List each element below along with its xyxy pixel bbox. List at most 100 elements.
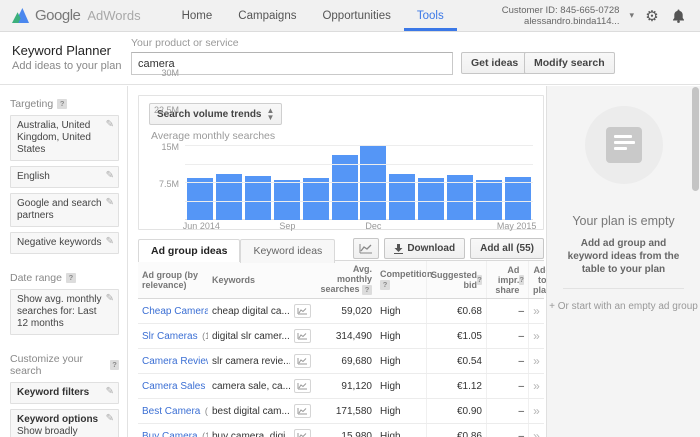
plan-divider <box>563 288 684 289</box>
chart-title: Average monthly searches <box>151 130 276 142</box>
ad-group-link[interactable]: Buy Camera <box>142 431 198 437</box>
ad-impr-share-cell: – <box>486 349 528 373</box>
column-header-avg-monthly-searches: Avg. monthly searches ? <box>314 261 376 298</box>
bar-jun-2014[interactable] <box>187 177 213 220</box>
scrollbar-thumb[interactable] <box>692 87 699 191</box>
trend-chart-icon[interactable] <box>294 354 311 368</box>
help-icon[interactable]: ? <box>477 274 482 285</box>
top-right-controls: Customer ID: 845-665-0728 alessandro.bin… <box>502 0 700 31</box>
targeting-setting-2[interactable]: Google and search partners ✎ <box>10 193 119 227</box>
trend-chart-icon[interactable] <box>294 329 311 343</box>
targeting-setting-label: Australia, United Kingdom, United States <box>17 120 91 155</box>
bar-chart-plot: 7.5M 15M 22.5M 30M <box>154 68 533 220</box>
trend-chart-icon[interactable] <box>294 404 311 418</box>
add-to-plan-button[interactable]: » <box>533 404 540 418</box>
edit-pencil-icon[interactable]: ✎ <box>106 170 114 182</box>
targeting-setting-1[interactable]: English ✎ <box>10 166 119 188</box>
gridline-30M: 30M <box>161 68 533 147</box>
x-tick-label: Jun 2014 <box>182 221 220 231</box>
results-actions: Download Add all (55) <box>353 238 544 259</box>
plan-empty-message: Add ad group and keyword ideas from the … <box>567 238 680 275</box>
trend-chart-icon[interactable] <box>294 429 311 437</box>
add-to-plan-button[interactable]: » <box>533 329 540 343</box>
account-caret-icon[interactable]: ▾ <box>629 10 634 21</box>
download-button[interactable]: Download <box>384 238 466 259</box>
ad-group-link[interactable]: Slr Cameras <box>142 331 198 342</box>
get-ideas-button[interactable]: Get ideas <box>461 52 529 74</box>
avg-searches-cell: 171,580 <box>335 405 372 417</box>
edit-pencil-icon[interactable]: ✎ <box>106 413 114 425</box>
keyword-filters-setting[interactable]: Keyword filters ✎ <box>10 382 119 404</box>
add-to-plan-button[interactable]: » <box>533 429 540 437</box>
account-info[interactable]: Customer ID: 845-665-0728 alessandro.bin… <box>502 5 620 27</box>
keywords-cell: cheap digital ca... <box>212 305 290 317</box>
date-range-setting[interactable]: Show avg. monthly searches for: Last 12 … <box>10 289 119 335</box>
ad-group-cell: Camera Review... <box>138 354 208 369</box>
trend-chart-icon[interactable] <box>294 379 311 393</box>
nav-item-home[interactable]: Home <box>169 0 226 31</box>
y-tick-label: 7.5M <box>158 178 179 189</box>
nav-item-campaigns[interactable]: Campaigns <box>225 0 309 31</box>
customize-search-heading: Customize your search? <box>10 353 119 377</box>
bar-may-2015[interactable] <box>504 176 531 220</box>
keywords-cell: slr camera revie... <box>212 355 290 367</box>
modify-search-button[interactable]: Modify search <box>524 52 615 74</box>
column-header-suggested-bid: Suggested bid ? <box>426 261 486 298</box>
help-icon[interactable]: ? <box>519 274 524 285</box>
ad-group-link[interactable]: Cheap Camera <box>142 306 208 317</box>
nav-item-opportunities[interactable]: Opportunities <box>309 0 403 31</box>
bell-icon[interactable] <box>670 8 686 24</box>
ad-group-link[interactable]: Camera Sales <box>142 381 205 392</box>
logo-adwords-text: AdWords <box>87 8 141 23</box>
bar-oct-2014[interactable] <box>302 177 329 220</box>
bar-jul-2014[interactable] <box>215 174 242 220</box>
edit-pencil-icon[interactable]: ✎ <box>106 386 114 398</box>
ad-group-cell: Cheap Camera (... <box>138 304 208 319</box>
edit-pencil-icon[interactable]: ✎ <box>106 119 114 131</box>
table-row: Buy Camera (16) buy camera, digi... 15,980… <box>138 424 544 437</box>
help-icon[interactable]: ? <box>362 285 372 295</box>
x-tick-label: May 2015 <box>496 221 537 231</box>
competition-cell: High <box>380 380 401 392</box>
chart-view-button[interactable] <box>353 238 380 259</box>
trend-cell <box>290 327 314 345</box>
suggested-bid-cell: €0.68 <box>426 299 486 323</box>
add-all-button[interactable]: Add all (55) <box>470 238 544 259</box>
ad-group-link[interactable]: Best Camera <box>142 406 200 417</box>
targeting-setting-3[interactable]: Negative keywords ✎ <box>10 232 119 254</box>
start-empty-ad-group-link[interactable]: + Or start with an empty ad group <box>547 301 700 312</box>
nav-item-tools[interactable]: Tools <box>403 0 457 31</box>
help-icon[interactable]: ? <box>110 360 119 370</box>
column-header-trend <box>290 277 314 283</box>
product-service-input[interactable] <box>131 52 453 75</box>
trend-chart-icon[interactable] <box>294 304 311 318</box>
edit-pencil-icon[interactable]: ✎ <box>106 197 114 209</box>
gear-icon[interactable]: ⚙ <box>644 8 660 25</box>
ad-impr-share-cell: – <box>486 374 528 398</box>
targeting-setting-label: Negative keywords <box>17 237 102 248</box>
avg-searches-cell: 91,120 <box>341 380 372 392</box>
targeting-setting-label: English <box>17 171 50 182</box>
targeting-setting-0[interactable]: Australia, United Kingdom, United States… <box>10 115 119 161</box>
ad-group-link[interactable]: Camera Review... <box>142 356 208 367</box>
competition-cell: High <box>380 330 401 342</box>
add-to-plan-cell: » <box>528 324 544 348</box>
results-tabs-row: Ad group ideas Keyword ideas Download Ad… <box>138 238 544 263</box>
add-to-plan-button[interactable]: » <box>533 354 540 368</box>
bar-jan-2015[interactable] <box>389 173 416 220</box>
help-icon[interactable]: ? <box>57 99 68 109</box>
trend-cell <box>290 377 314 395</box>
add-to-plan-button[interactable]: » <box>533 379 540 393</box>
customer-id: Customer ID: 845-665-0728 <box>501 4 620 16</box>
help-icon[interactable]: ? <box>65 273 76 283</box>
gridline-15M: 15M <box>161 142 533 184</box>
help-icon[interactable]: ? <box>380 280 390 290</box>
edit-pencil-icon[interactable]: ✎ <box>106 293 114 305</box>
tab-keyword-ideas[interactable]: Keyword ideas <box>240 239 336 263</box>
tab-ad-group-ideas[interactable]: Ad group ideas <box>138 239 241 262</box>
edit-pencil-icon[interactable]: ✎ <box>106 236 114 248</box>
add-to-plan-button[interactable]: » <box>533 304 540 318</box>
keyword-options-setting[interactable]: Keyword options ✎ Show broadly related i… <box>10 409 119 437</box>
bar-feb-2015[interactable] <box>418 178 445 220</box>
ad-impr-share-cell: – <box>486 299 528 323</box>
